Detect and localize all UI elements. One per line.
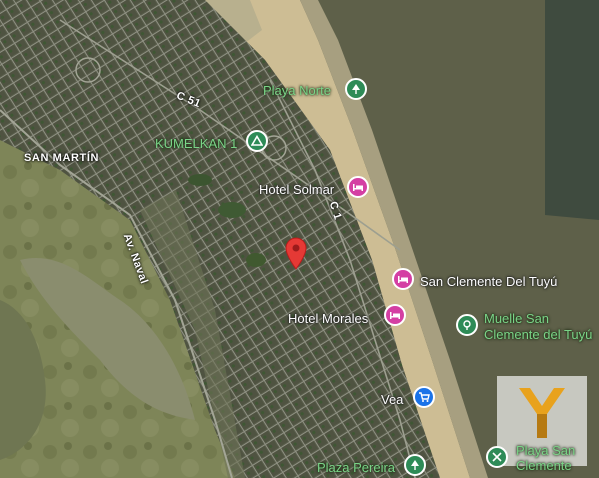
area-label: SAN MARTÍN — [24, 152, 100, 164]
location-pin-icon[interactable] — [284, 236, 308, 275]
poi-label: KUMELKAN 1 — [155, 136, 238, 151]
poi-label: Hotel Solmar — [259, 182, 335, 197]
pier-icon[interactable] — [456, 314, 478, 336]
hotel-icon[interactable] — [347, 176, 369, 198]
tree-icon[interactable] — [404, 454, 426, 476]
campground-icon[interactable] — [246, 130, 268, 152]
poi-label-line2: Clemente — [516, 458, 572, 473]
logo-y-icon — [519, 388, 565, 438]
satellite-map[interactable]: SAN MARTÍN C 51 Av. Naval C 1 Playa Nort… — [0, 0, 599, 478]
poi-label: Vea — [381, 392, 404, 407]
poi-label-line1: Muelle San — [484, 311, 550, 326]
hotel-icon[interactable] — [392, 268, 414, 290]
hotel-icon[interactable] — [384, 304, 406, 326]
poi-label: Playa Norte — [263, 83, 331, 98]
poi-label-line1: Playa San — [516, 443, 576, 458]
poi-label-line2: Clemente del Tuyú — [484, 327, 593, 342]
beach-icon[interactable] — [486, 446, 508, 468]
shopping-cart-icon[interactable] — [413, 386, 435, 408]
beach-icon[interactable] — [345, 78, 367, 100]
poi-label: San Clemente Del Tuyú — [420, 274, 558, 289]
poi-label: Plaza Pereira — [317, 460, 396, 475]
poi-label: Hotel Morales — [288, 311, 369, 326]
